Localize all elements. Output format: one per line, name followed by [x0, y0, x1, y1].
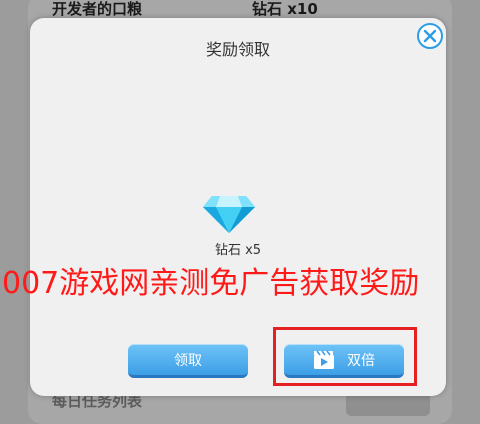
background-list-item: 开发者的口粮 钻石 x10	[28, 0, 452, 20]
reward-dialog: 奖励领取 钻石 x5 领取 双倍	[30, 18, 446, 396]
claim-button[interactable]: 领取	[128, 344, 248, 378]
dialog-title: 奖励领取	[205, 40, 270, 59]
claim-button-label: 领取	[174, 352, 202, 369]
background-item-reward: 钻石 x10	[252, 0, 318, 18]
close-button[interactable]	[417, 23, 443, 49]
reward-amount-text: 钻石 x5	[214, 243, 262, 258]
highlight-box	[273, 327, 417, 386]
diamond-icon	[203, 196, 255, 233]
background-item-name: 开发者的口粮	[52, 0, 143, 18]
watermark-text: 007游戏网亲测免广告获取奖励	[2, 266, 420, 301]
close-icon	[423, 29, 437, 43]
